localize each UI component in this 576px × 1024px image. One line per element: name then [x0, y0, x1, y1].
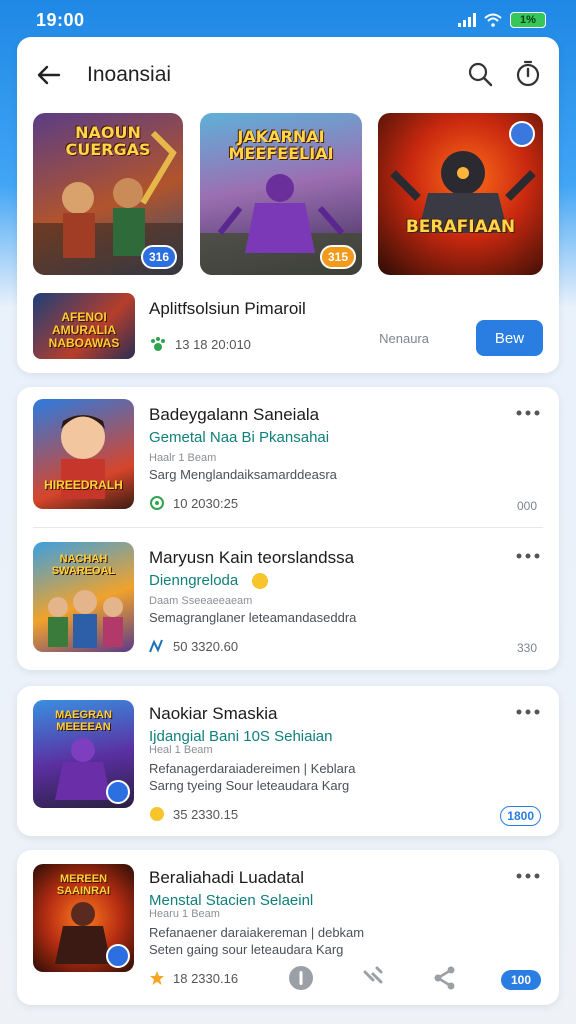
smile-icon	[150, 807, 164, 821]
share-arrows-icon[interactable]	[359, 964, 387, 992]
item-developer: Haalr 1 Beam	[149, 452, 217, 464]
item-thumb-text: HIREEDRALH	[44, 478, 123, 492]
item-title: Badeygalann Saneiala	[149, 405, 320, 424]
item-meta: 10 2030:25	[149, 495, 238, 511]
item-developer: Heal 1 Beam	[149, 744, 213, 756]
star-icon	[150, 971, 164, 985]
featured-title: Aplitfsolsiun Pimaroil	[149, 299, 306, 318]
list-item[interactable]: MAEGRAN MEEEEAN Naokiar Smaskia Ijdangia…	[17, 686, 559, 826]
share-icon[interactable]	[431, 964, 459, 992]
status-bar: 19:00 1%	[0, 0, 576, 40]
item-thumbnail: NACHAH SWAREOAL	[33, 542, 134, 652]
edit-icon[interactable]	[509, 121, 535, 147]
item-thumbnail: HIREEDRALH	[33, 399, 134, 509]
status-circle-icon	[150, 496, 164, 510]
item-extra: 000	[516, 499, 537, 513]
signal-icon	[458, 13, 476, 27]
item-description: Semagranglaner leteamandaseddra	[149, 610, 357, 625]
featured-card: Inoansiai NAOUN CUERGAS 316 JAKARNAI MEE…	[17, 37, 559, 373]
list-card-2: MAEGRAN MEEEEAN Naokiar Smaskia Ijdangia…	[17, 686, 559, 836]
banner-badge-1: 316	[140, 245, 177, 269]
item-pill[interactable]: 1800	[500, 806, 541, 826]
item-thumb-text: MEREEN SAAINRAI	[56, 873, 111, 897]
list-item[interactable]: HIREEDRALH Badeygalann Saneiala Gemetal …	[17, 387, 559, 517]
back-arrow-icon[interactable]	[33, 59, 65, 91]
featured-row[interactable]: AFENOI AMURALIA NABOAWAS Aplitfsolsiun P…	[33, 293, 543, 359]
banner-game-1[interactable]: NAOUN CUERGAS 316	[33, 113, 183, 275]
item-subtitle-text: Dienngreloda	[149, 572, 239, 589]
smile-emoji-icon	[252, 573, 269, 590]
item-meta-text: 50 3320.60	[173, 638, 239, 654]
list-item[interactable]: NACHAH SWAREOAL Maryusn Kain teorslandss…	[17, 530, 559, 660]
item-subtitle: Ijdangial Bani 10S Sehiaian	[149, 728, 333, 745]
item-art	[61, 415, 105, 499]
item-meta-text: 35 2330.15	[173, 806, 239, 822]
more-options-icon[interactable]	[515, 708, 541, 716]
edit-badge-icon	[106, 944, 130, 968]
featured-meta-text: 13 18 20:010	[175, 336, 251, 352]
list-card-3: MEREEN SAAINRAI Beraliahadi Luadatal Men…	[17, 850, 559, 1005]
status-time: 19:00	[36, 9, 85, 30]
list-item[interactable]: MEREEN SAAINRAI Beraliahadi Luadatal Men…	[17, 850, 559, 990]
item-title: Naokiar Smaskia	[149, 704, 278, 723]
item-actions	[287, 964, 459, 992]
paw-icon	[151, 337, 165, 351]
item-description: Sarg Menglandaiksamarddeasra	[149, 467, 337, 482]
item-meta: 50 3320.60	[149, 638, 238, 654]
featured-action-button[interactable]: Bew	[476, 320, 543, 356]
item-description: Refanagerdaraiadereimen | Keblara	[149, 761, 356, 776]
item-thumb-text: NACHAH SWAREOAL	[51, 553, 116, 577]
status-icons: 1%	[458, 12, 546, 28]
item-subtitle: Menstal Stacien Selaeinl	[149, 892, 314, 909]
more-options-icon[interactable]	[515, 552, 541, 560]
divider	[33, 527, 543, 528]
battery-icon: 1%	[510, 12, 546, 28]
item-thumb-text: MAEGRAN MEEEEAN	[55, 709, 112, 733]
banner-badge-2: 315	[319, 245, 356, 269]
item-thumbnail: MEREEN SAAINRAI	[33, 864, 134, 972]
featured-meta: 13 18 20:010	[149, 335, 251, 353]
chart-icon	[149, 639, 163, 653]
app-bar: Inoansiai	[17, 55, 559, 95]
banner-title-3: BERAFIAAN	[405, 217, 516, 237]
item-description-2: Sarng tyeing Sour leteaudara Karg	[149, 778, 350, 793]
page-title: Inoansiai	[87, 63, 172, 86]
item-developer: Hearu 1 Beam	[149, 908, 220, 920]
list-card-1: HIREEDRALH Badeygalann Saneiala Gemetal …	[17, 387, 559, 670]
featured-label: Nenaura	[379, 331, 429, 346]
timer-icon[interactable]	[513, 59, 543, 89]
item-description: Refanaener daraiakereman | debkam	[149, 925, 365, 940]
item-thumbnail: MAEGRAN MEEEEAN	[33, 700, 134, 808]
item-meta: 18 2330.16	[149, 970, 238, 986]
banner-title-2: JAKARNAI MEEFEELIAI	[228, 127, 334, 163]
item-meta: 35 2330.15	[149, 806, 238, 822]
banner-game-3[interactable]: BERAFIAAN	[378, 113, 543, 275]
more-options-icon[interactable]	[515, 409, 541, 417]
info-icon[interactable]	[287, 964, 315, 992]
item-extra: 330	[516, 641, 537, 655]
banner-title-1: NAOUN CUERGAS	[65, 123, 151, 159]
featured-thumb-text: AFENOI AMURALIA NABOAWAS	[48, 310, 120, 351]
wifi-icon	[484, 13, 502, 27]
item-subtitle: Gemetal Naa Bi Pkansahai	[149, 429, 330, 446]
more-options-icon[interactable]	[515, 872, 541, 880]
banner-game-2[interactable]: JAKARNAI MEEFEELIAI 315	[200, 113, 362, 275]
gamepad-badge-icon	[106, 780, 130, 804]
item-meta-text: 10 2030:25	[173, 495, 239, 511]
item-title: Maryusn Kain teorslandssa	[149, 548, 355, 567]
item-meta-text: 18 2330.16	[173, 970, 239, 986]
search-icon[interactable]	[465, 59, 495, 89]
item-description-2: Seten gaing sour leteaudara Karg	[149, 942, 344, 957]
featured-thumbnail: AFENOI AMURALIA NABOAWAS	[33, 293, 135, 359]
item-pill[interactable]: 100	[501, 970, 541, 990]
item-developer: Daam Sseeaeeaeam	[149, 595, 253, 607]
item-subtitle: Dienngreloda	[149, 572, 269, 590]
item-title: Beraliahadi Luadatal	[149, 868, 305, 887]
